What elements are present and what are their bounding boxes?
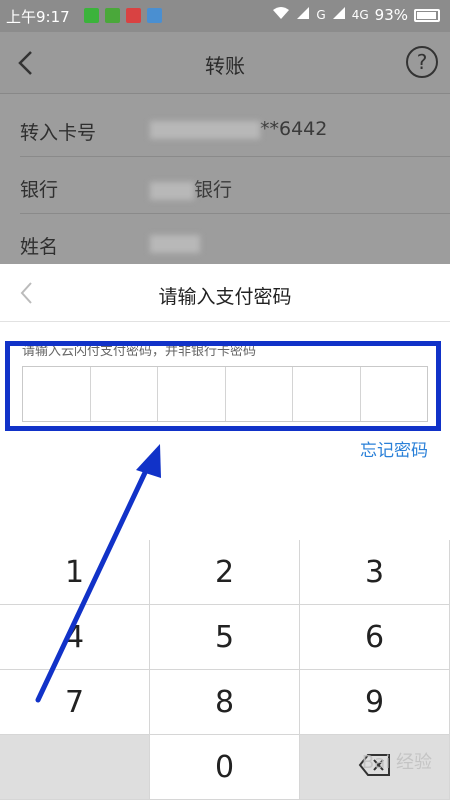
battery-percent: 93% — [374, 6, 408, 24]
key-2[interactable]: 2 — [150, 540, 300, 605]
annotation-highlight-box — [5, 341, 441, 431]
sheet-header: 请输入支付密码 — [0, 264, 450, 322]
row-value — [150, 232, 200, 254]
wifi-icon — [272, 6, 290, 24]
app-icon — [105, 8, 120, 23]
sheet-title: 请输入支付密码 — [158, 286, 292, 308]
password-sheet: 请输入支付密码 请输入云闪付支付密码，并非银行卡密码 忘记密码 1 2 3 4 … — [0, 264, 450, 800]
network-label-2: 4G — [351, 8, 369, 22]
transfer-row-name: 姓名 — [20, 214, 450, 271]
screenshot-icon — [147, 8, 162, 23]
key-4[interactable]: 4 — [0, 605, 150, 670]
key-9[interactable]: 9 — [300, 670, 450, 735]
key-3[interactable]: 3 — [300, 540, 450, 605]
key-blank — [0, 735, 150, 800]
status-time: 上午9:17 — [6, 8, 70, 26]
transfer-row-card: 转入卡号 **6442 — [20, 100, 450, 157]
status-right: G 4G 93% — [272, 6, 440, 24]
page-title: 转账 — [205, 54, 245, 78]
signal-icon — [296, 6, 310, 24]
nav-bar: 转账 ? — [0, 32, 450, 94]
row-label: 姓名 — [20, 236, 59, 258]
signal-icon-2 — [332, 6, 346, 24]
row-label: 银行 — [20, 179, 59, 201]
help-icon[interactable]: ? — [406, 46, 438, 78]
battery-icon — [414, 8, 440, 22]
key-7[interactable]: 7 — [0, 670, 150, 735]
key-6[interactable]: 6 — [300, 605, 450, 670]
key-8[interactable]: 8 — [150, 670, 300, 735]
row-label: 转入卡号 — [20, 122, 97, 144]
transfer-details: 转入卡号 **6442 银行 银行 姓名 — [0, 100, 450, 271]
watermark: Bai 经验 — [361, 752, 432, 773]
network-label: G — [316, 8, 326, 22]
key-1[interactable]: 1 — [0, 540, 150, 605]
status-bar: 上午9:17 G 4G 93% — [0, 0, 450, 32]
calendar-icon — [126, 8, 141, 23]
wechat-icon — [84, 8, 99, 23]
row-value: 银行 — [150, 175, 232, 202]
notification-icons — [84, 8, 162, 23]
row-value: **6442 — [150, 118, 327, 140]
forgot-password-link[interactable]: 忘记密码 — [360, 436, 428, 461]
key-5[interactable]: 5 — [150, 605, 300, 670]
key-0[interactable]: 0 — [150, 735, 300, 800]
transfer-row-bank: 银行 银行 — [20, 157, 450, 214]
